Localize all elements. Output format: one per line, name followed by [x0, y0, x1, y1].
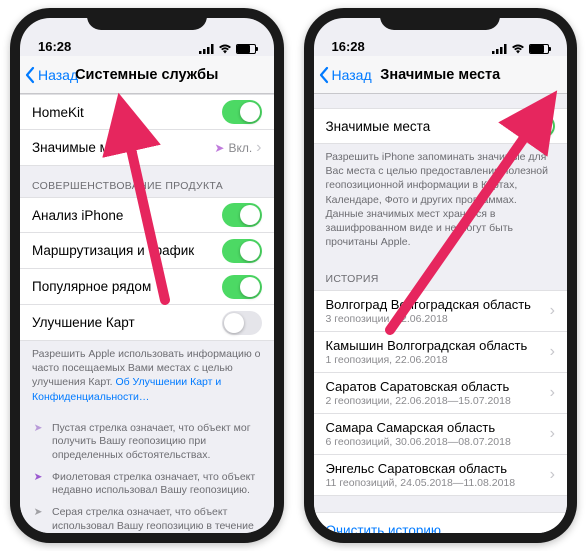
content-left[interactable]: HomeKit Значимые места ➤ Вкл. › СОВЕРШЕН… — [20, 94, 274, 533]
location-arrow-outline-icon: ➤ — [32, 422, 44, 463]
status-right — [492, 44, 549, 54]
row-improve-maps[interactable]: Улучшение Карт — [20, 305, 274, 341]
history-title: Камышин Волгоградская область — [326, 338, 546, 353]
chevron-right-icon: › — [550, 302, 555, 320]
row-label: Популярное рядом — [32, 279, 222, 294]
back-button[interactable]: Назад — [20, 66, 78, 84]
chevron-right-icon: › — [256, 139, 261, 157]
history-row[interactable]: Волгоград Волгоградская область3 геопози… — [314, 290, 568, 332]
row-significant-locations[interactable]: Значимые места ➤ Вкл. › — [20, 130, 274, 166]
nav-bar: Назад Системные службы — [20, 56, 274, 94]
row-label: Значимые места — [326, 119, 516, 134]
status-right — [199, 44, 256, 54]
row-iphone-analysis[interactable]: Анализ iPhone — [20, 197, 274, 233]
chevron-right-icon: › — [550, 466, 555, 484]
chevron-right-icon: › — [550, 343, 555, 361]
row-popular-nearby[interactable]: Популярное рядом — [20, 269, 274, 305]
chevron-left-icon — [318, 66, 330, 84]
signal-icon — [199, 44, 214, 54]
location-arrow-purple-icon: ➤ — [32, 471, 44, 498]
signal-icon — [492, 44, 507, 54]
notch — [87, 8, 207, 30]
row-label: Значимые места — [32, 140, 214, 155]
notch — [380, 8, 500, 30]
row-label: HomeKit — [32, 105, 222, 120]
back-label: Назад — [38, 67, 78, 83]
history-subtitle: 1 геопозиция, 22.06.2018 — [326, 354, 546, 366]
back-label: Назад — [332, 67, 372, 83]
legend: ➤Пустая стрелка означает, что объект мог… — [20, 414, 274, 533]
toggle-analysis[interactable] — [222, 203, 262, 227]
row-significant-locations-toggle[interactable]: Значимые места — [314, 108, 568, 144]
row-label: Маршрутизация и трафик — [32, 243, 222, 258]
row-label: Улучшение Карт — [32, 315, 222, 330]
history-title: Волгоград Волгоградская область — [326, 297, 546, 312]
battery-icon — [529, 44, 549, 54]
history-subtitle: 3 геопозиции, 22.06.2018 — [326, 313, 546, 325]
clear-history-button[interactable]: Очистить историю — [314, 512, 568, 533]
history-subtitle: 11 геопозиций, 24.05.2018—11.08.2018 — [326, 477, 546, 489]
screen-right: 16:28 Назад Значимые места Значимые мест… — [314, 18, 568, 533]
row-label: Анализ iPhone — [32, 208, 222, 223]
toggle-significant-locations[interactable] — [515, 114, 555, 138]
wifi-icon — [511, 44, 525, 54]
history-row[interactable]: Камышин Волгоградская область1 геопозици… — [314, 332, 568, 373]
toggle-routing[interactable] — [222, 239, 262, 263]
content-right[interactable]: Значимые места Разрешить iPhone запомина… — [314, 94, 568, 533]
footer-significant: Разрешить iPhone запоминать значимые для… — [314, 144, 568, 259]
wifi-icon — [218, 44, 232, 54]
history-subtitle: 2 геопозиции, 22.06.2018—15.07.2018 — [326, 395, 546, 407]
history-title: Саратов Саратовская область — [326, 379, 546, 394]
toggle-maps-improve[interactable] — [222, 311, 262, 335]
history-row[interactable]: Самара Самарская область6 геопозиций, 30… — [314, 414, 568, 455]
row-detail: ➤ Вкл. — [214, 141, 252, 155]
status-time: 16:28 — [38, 39, 71, 54]
phone-left: 16:28 Назад Системные службы HomeKit — [10, 8, 284, 543]
chevron-right-icon: › — [550, 384, 555, 402]
toggle-homekit[interactable] — [222, 100, 262, 124]
chevron-left-icon — [24, 66, 36, 84]
history-title: Самара Самарская область — [326, 420, 546, 435]
row-routing-traffic[interactable]: Маршрутизация и трафик — [20, 233, 274, 269]
back-button[interactable]: Назад — [314, 66, 372, 84]
history-subtitle: 6 геопозиций, 30.06.2018—08.07.2018 — [326, 436, 546, 448]
phone-right: 16:28 Назад Значимые места Значимые мест… — [304, 8, 578, 543]
history-title: Энгельс Саратовская область — [326, 461, 546, 476]
screen-left: 16:28 Назад Системные службы HomeKit — [20, 18, 274, 533]
history-row[interactable]: Саратов Саратовская область2 геопозиции,… — [314, 373, 568, 414]
chevron-right-icon: › — [550, 425, 555, 443]
nav-bar: Назад Значимые места — [314, 56, 568, 94]
group-header-improve: СОВЕРШЕНСТВОВАНИЕ ПРОДУКТА — [20, 166, 274, 197]
status-time: 16:28 — [332, 39, 365, 54]
toggle-popular[interactable] — [222, 275, 262, 299]
history-row[interactable]: Энгельс Саратовская область11 геопозиций… — [314, 455, 568, 496]
row-homekit[interactable]: HomeKit — [20, 94, 274, 130]
footer-maps: Разрешить Apple использовать информацию … — [20, 341, 274, 414]
group-header-history: ИСТОРИЯ — [314, 259, 568, 290]
location-arrow-icon: ➤ — [214, 141, 224, 155]
battery-icon — [236, 44, 256, 54]
location-arrow-gray-icon: ➤ — [32, 506, 44, 533]
